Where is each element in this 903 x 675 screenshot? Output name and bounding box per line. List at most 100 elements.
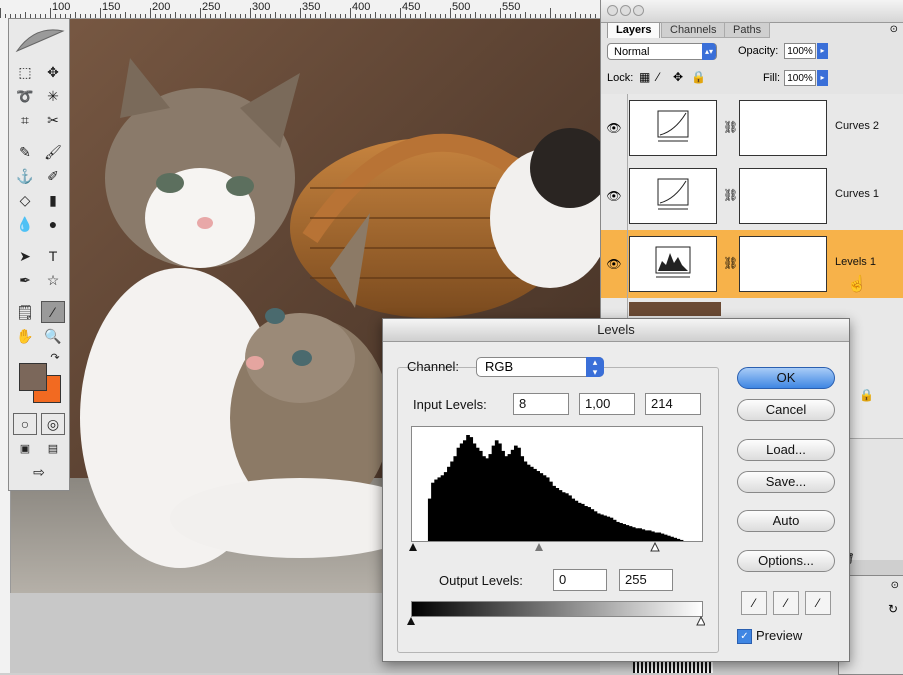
fill-field[interactable]: 100% xyxy=(784,70,816,86)
layer-mask-thumbnail[interactable] xyxy=(739,168,827,224)
visibility-eye-icon[interactable]: 👁 xyxy=(601,94,628,162)
refresh-icon[interactable]: ↻ xyxy=(888,602,898,616)
opacity-field[interactable]: 100% xyxy=(784,43,816,59)
black-eyedropper-icon[interactable]: ⁄ xyxy=(741,591,767,615)
output-slider[interactable] xyxy=(407,615,705,627)
magic-wand-icon[interactable]: ✳ xyxy=(41,85,65,107)
output-white-slider-handle[interactable] xyxy=(696,615,705,626)
lock-position-icon[interactable]: ✥ xyxy=(673,70,683,84)
standard-mode-icon[interactable]: ○ xyxy=(13,413,37,435)
layer-row-curves-1[interactable]: 👁 ⛓ Curves 1 xyxy=(601,162,903,231)
ruler-tick xyxy=(365,14,366,18)
ruler-tick xyxy=(105,14,106,18)
layer-name: Curves 1 xyxy=(835,188,880,200)
histogram-bar xyxy=(577,502,582,541)
ruler-tick xyxy=(110,14,111,18)
opacity-arrow-icon[interactable]: ▸ xyxy=(817,43,828,59)
auto-button[interactable]: Auto xyxy=(737,510,835,532)
pen-tool-icon[interactable]: ✒ xyxy=(13,269,37,291)
zoom-icon[interactable] xyxy=(633,5,644,16)
hand-tool-icon[interactable]: ✋ xyxy=(13,325,37,347)
cancel-button[interactable]: Cancel xyxy=(737,399,835,421)
tab-channels[interactable]: Channels xyxy=(661,22,726,38)
lock-transparency-icon[interactable]: ▦ xyxy=(639,70,650,84)
ruler-tick xyxy=(315,14,316,18)
white-eyedropper-icon[interactable]: ⁄ xyxy=(805,591,831,615)
quick-mask-icon[interactable]: ◎ xyxy=(41,413,65,435)
close-icon[interactable] xyxy=(607,5,618,16)
marquee-tool-icon[interactable]: ⬚ xyxy=(13,61,37,83)
path-selection-icon[interactable]: ➤ xyxy=(13,245,37,267)
clone-stamp-icon[interactable]: ⚓ xyxy=(13,165,37,187)
ruler-tick xyxy=(150,8,151,18)
minimize-icon[interactable] xyxy=(620,5,631,16)
link-chain-icon[interactable]: ⛓ xyxy=(723,120,738,134)
histogram-bar xyxy=(561,492,566,541)
eraser-tool-icon[interactable]: ◇ xyxy=(13,189,37,211)
lock-paint-icon[interactable]: ⁄ xyxy=(657,70,659,84)
histogram-bar xyxy=(536,471,540,541)
jump-to-imageready-icon[interactable]: ⇨ xyxy=(13,461,65,483)
ruler-tick xyxy=(290,14,291,18)
blend-mode-select[interactable]: Normal ▴▾ xyxy=(607,43,717,60)
input-gamma-slider-handle[interactable] xyxy=(535,543,543,551)
move-tool-icon[interactable]: ✥ xyxy=(41,61,65,83)
preview-checkbox[interactable]: ✓ xyxy=(737,629,752,644)
notes-tool-icon[interactable]: 🗒 xyxy=(13,301,37,323)
save-button[interactable]: Save... xyxy=(737,471,835,493)
tab-paths[interactable]: Paths xyxy=(724,22,771,38)
eyedropper-tool-icon[interactable]: ⁄ xyxy=(41,301,65,323)
shape-tool-icon[interactable]: ☆ xyxy=(41,269,65,291)
layer-name: Curves 2 xyxy=(835,120,880,132)
brush-tool-icon[interactable]: 🖌 xyxy=(41,141,65,163)
horizontal-ruler: 100 150 200 250 300 350 400 450 500 550 xyxy=(0,0,600,19)
slice-tool-icon[interactable]: ✂ xyxy=(41,109,65,131)
layer-mask-thumbnail[interactable] xyxy=(739,100,827,156)
channel-select[interactable]: RGB ▴ ▾ xyxy=(476,357,604,377)
gray-eyedropper-icon[interactable]: ⁄ xyxy=(773,591,799,615)
layer-row-curves-2[interactable]: 👁 ⛓ Curves 2 xyxy=(601,94,903,163)
crop-tool-icon[interactable]: ⌗ xyxy=(13,109,37,131)
screen-mode-icon[interactable]: ▣ xyxy=(13,437,37,459)
visibility-eye-icon[interactable]: 👁 xyxy=(601,230,628,298)
blur-tool-icon[interactable]: 💧 xyxy=(13,213,37,235)
layer-row-levels-1[interactable]: 👁 ⛓ Levels 1 ☝ xyxy=(601,230,903,299)
lasso-tool-icon[interactable]: ➰ xyxy=(13,85,37,107)
ruler-tick xyxy=(370,14,371,18)
input-gamma-field[interactable]: 1,00 xyxy=(579,393,635,415)
type-tool-icon[interactable]: T xyxy=(41,245,65,267)
input-white-slider-handle[interactable] xyxy=(650,541,660,552)
input-white-field[interactable]: 214 xyxy=(645,393,701,415)
gradient-tool-icon[interactable]: ▮ xyxy=(41,189,65,211)
history-brush-icon[interactable]: ✐ xyxy=(41,165,65,187)
swap-colors-icon[interactable]: ↷ xyxy=(47,349,63,365)
palette-menu-icon[interactable]: ⊙ xyxy=(890,24,898,35)
tab-layers[interactable]: Layers xyxy=(607,22,661,38)
visibility-eye-icon[interactable]: 👁 xyxy=(601,162,628,230)
zoom-tool-icon[interactable]: 🔍 xyxy=(41,325,65,347)
feather-icon xyxy=(15,29,65,53)
output-black-slider-handle[interactable] xyxy=(407,617,415,625)
histogram xyxy=(411,426,703,542)
histogram-bar xyxy=(584,506,588,541)
input-black-slider-handle[interactable] xyxy=(409,543,417,551)
load-button[interactable]: Load... xyxy=(737,439,835,461)
ok-button[interactable]: OK xyxy=(737,367,835,389)
layer-mask-thumbnail[interactable] xyxy=(739,236,827,292)
link-chain-icon[interactable]: ⛓ xyxy=(723,256,738,270)
link-chain-icon[interactable]: ⛓ xyxy=(723,188,738,202)
dodge-tool-icon[interactable]: ● xyxy=(41,213,65,235)
output-white-field[interactable]: 255 xyxy=(619,569,673,591)
fill-arrow-icon[interactable]: ▸ xyxy=(817,70,828,86)
lock-all-icon[interactable]: 🔒 xyxy=(691,70,706,84)
palette-menu-icon[interactable]: ⊙ xyxy=(891,580,899,591)
ruler-tick xyxy=(180,14,181,18)
ruler-tick xyxy=(575,12,576,18)
input-black-field[interactable]: 8 xyxy=(513,393,569,415)
healing-brush-icon[interactable]: ✎ xyxy=(13,141,37,163)
output-black-field[interactable]: 0 xyxy=(553,569,607,591)
options-button[interactable]: Options... xyxy=(737,550,835,572)
input-slider[interactable] xyxy=(409,541,703,553)
foreground-color-swatch[interactable] xyxy=(19,363,47,391)
full-screen-icon[interactable]: ▤ xyxy=(41,437,65,459)
